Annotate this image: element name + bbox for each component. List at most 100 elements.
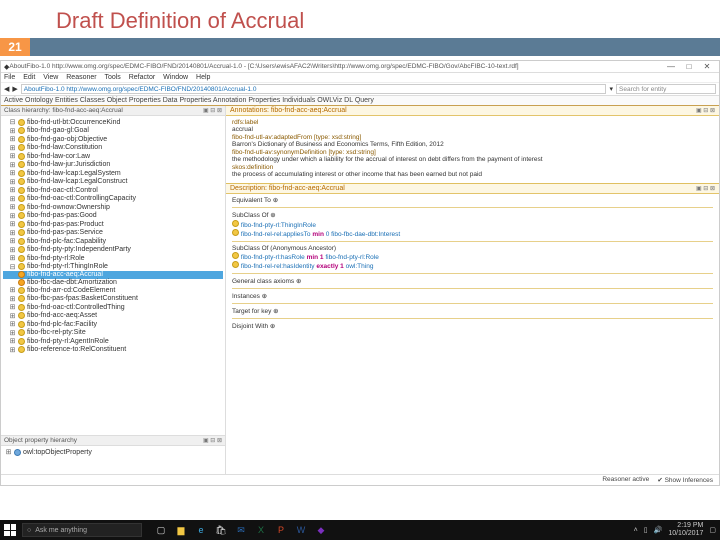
excel-icon[interactable]: X	[254, 523, 268, 537]
task-view-icon[interactable]: ▢	[154, 523, 168, 537]
taskbar[interactable]: ○ Ask me anything ▢ ▆ e 🛍 ✉ X P W ◆ ˄ ▯ …	[0, 520, 720, 540]
expand-icon[interactable]: ⊞	[9, 178, 16, 186]
start-button[interactable]	[4, 524, 16, 536]
tree-item[interactable]: ⊞fibo-fnd-plc-fac:Facility	[3, 320, 223, 329]
axiom-row[interactable]: fibo-fnd-pty-rl:ThingInRole	[232, 220, 713, 229]
tree-item[interactable]: fibo-fnd-acc-aeq:Accrual	[3, 271, 223, 279]
expand-icon[interactable]: ⊞	[9, 337, 16, 345]
panel-controls-icon[interactable]: ▣ ⊟ ⊠	[696, 185, 715, 192]
show-inferences[interactable]: Show Inferences	[665, 477, 713, 484]
expand-icon[interactable]: ⊞	[9, 303, 16, 311]
close-button[interactable]: ✕	[698, 62, 716, 71]
expand-icon[interactable]: ⊞	[9, 312, 16, 320]
tree-item[interactable]: ⊞fibo-fnd-oac-ctl:Control	[3, 186, 223, 195]
entity-search[interactable]: Search for entity	[616, 84, 716, 94]
menu-help[interactable]: Help	[196, 74, 210, 81]
outlook-icon[interactable]: ✉	[234, 523, 248, 537]
powerpoint-icon[interactable]: P	[274, 523, 288, 537]
tree-item[interactable]: ⊞fibo-fnd-law-lcap:LegalConstruct	[3, 178, 223, 187]
expand-icon[interactable]: ⊞	[9, 295, 16, 303]
menu-file[interactable]: File	[4, 74, 15, 81]
panel-controls-icon[interactable]: ▣ ⊟ ⊠	[696, 107, 715, 114]
expand-icon[interactable]: ⊞	[9, 195, 16, 203]
expand-icon[interactable]: ⊞	[9, 144, 16, 152]
app-icon[interactable]: ◆	[314, 523, 328, 537]
notifications-icon[interactable]: ▢	[709, 526, 716, 534]
tree-item[interactable]: ⊞fibo-fnd-pty-pty:IndependentParty	[3, 246, 223, 255]
expand-icon[interactable]: ⊞	[9, 161, 16, 169]
tree-item[interactable]: ⊞fibo-fnd-pas-pas:Service	[3, 229, 223, 238]
panel-controls-icon[interactable]: ▣ ⊟ ⊠	[203, 437, 222, 444]
tray-chevron-icon[interactable]: ˄	[634, 527, 638, 534]
tree-item[interactable]: ⊞fibo-fnd-oac-ctl:ControlledThing	[3, 303, 223, 312]
expand-icon[interactable]: ⊞	[9, 346, 16, 354]
menubar[interactable]: File Edit View Reasoner Tools Refactor W…	[1, 73, 719, 83]
expand-icon[interactable]: ⊞	[9, 320, 16, 328]
disjoint-with-label[interactable]: Disjoint With ⊕	[232, 322, 713, 330]
class-tree[interactable]: ⊟fibo-fnd-utl-bt:OccurrenceKind⊞fibo-fnd…	[1, 116, 225, 435]
menu-refactor[interactable]: Refactor	[129, 74, 155, 81]
menu-edit[interactable]: Edit	[23, 74, 35, 81]
tree-item[interactable]: ⊟fibo-fnd-utl-bt:OccurrenceKind	[3, 118, 223, 127]
expand-icon[interactable]: ⊞	[9, 127, 16, 135]
tree-item[interactable]: ⊞fibo-fnd-law:Constitution	[3, 144, 223, 153]
system-tray[interactable]: ˄ ▯ 🔊 2:19 PM 10/10/2017 ▢	[634, 522, 716, 538]
menu-reasoner[interactable]: Reasoner	[66, 74, 96, 81]
tree-item[interactable]: ⊞fibo-fbc-pas-fpas:BasketConstituent	[3, 295, 223, 304]
expand-icon[interactable]: ⊞	[9, 246, 16, 254]
tree-item[interactable]: ⊞fibo-reference-to:RelConstituent	[3, 346, 223, 355]
tree-item[interactable]: ⊞fibo-fnd-law-cor:Law	[3, 152, 223, 161]
back-icon[interactable]: ◀	[4, 85, 9, 93]
general-axioms-label[interactable]: General class axioms ⊕	[232, 277, 713, 285]
tree-item[interactable]: ⊞fibo-fnd-law-jur:Jurisdiction	[3, 161, 223, 170]
tree-item[interactable]: ⊞fibo-fnd-pty-rl:AgentInRole	[3, 337, 223, 346]
tree-item[interactable]: ⊞fibo-fnd-pas-pas:Product	[3, 220, 223, 229]
store-icon[interactable]: 🛍	[214, 523, 228, 537]
expand-icon[interactable]: ⊟	[9, 263, 16, 271]
tree-item[interactable]: fibo-fbc-dae-dbt:Amortization	[3, 279, 223, 287]
tree-item[interactable]: ⊞fibo-fnd-plc-fac:Capability	[3, 237, 223, 246]
dropdown-icon[interactable]: ▾	[609, 85, 613, 93]
expand-icon[interactable]: ⊞	[9, 220, 16, 228]
word-icon[interactable]: W	[294, 523, 308, 537]
clock-date[interactable]: 10/10/2017	[668, 530, 703, 538]
tab-bar[interactable]: Active Ontology Entities Classes Object …	[1, 96, 719, 106]
explorer-icon[interactable]: ▆	[174, 523, 188, 537]
expand-icon[interactable]: ⊞	[9, 152, 16, 160]
tree-item[interactable]: ⊞ owl:topObjectProperty	[5, 448, 221, 456]
edge-icon[interactable]: e	[194, 523, 208, 537]
expand-icon[interactable]: ⊞	[9, 286, 16, 294]
expand-icon[interactable]: ⊞	[9, 212, 16, 220]
clock-time[interactable]: 2:19 PM	[668, 522, 703, 530]
expand-icon[interactable]: ⊞	[9, 186, 16, 194]
taskbar-search[interactable]: ○ Ask me anything	[22, 523, 142, 537]
menu-view[interactable]: View	[43, 74, 58, 81]
tree-item[interactable]: ⊞fibo-fnd-law-lcap:LegalSystem	[3, 169, 223, 178]
tree-item[interactable]: ⊞fibo-fnd-oac-ctl:ControllingCapacity	[3, 195, 223, 204]
minimize-button[interactable]: —	[662, 62, 680, 71]
axiom-row[interactable]: fibo-fnd-rel-rel:hasIdentity exactly 1 o…	[232, 261, 713, 270]
tree-item[interactable]: ⊞fibo-fnd-pty-rl:Role	[3, 254, 223, 263]
tree-item[interactable]: ⊞fibo-fnd-ownow:Ownership	[3, 203, 223, 212]
expand-icon[interactable]: ⊞	[9, 169, 16, 177]
axiom-row[interactable]: fibo-fnd-pty-rl:hasRole min 1 fibo-fnd-p…	[232, 252, 713, 261]
tree-item[interactable]: ⊟fibo-fnd-pty-rl:ThingInRole	[3, 263, 223, 272]
forward-icon[interactable]: ▶	[12, 85, 17, 93]
tree-item[interactable]: ⊞fibo-fnd-arr-cd:CodeElement	[3, 286, 223, 295]
expand-icon[interactable]: ⊟	[9, 118, 16, 126]
maximize-button[interactable]: □	[680, 62, 698, 71]
expand-icon[interactable]: ⊞	[9, 254, 16, 262]
subclass-of-label[interactable]: SubClass Of ⊕	[232, 211, 713, 219]
expand-icon[interactable]: ⊞	[9, 329, 16, 337]
target-key-label[interactable]: Target for key ⊕	[232, 307, 713, 315]
tree-item[interactable]: ⊞fibo-fnd-acc-aeq:Asset	[3, 312, 223, 321]
expand-icon[interactable]: ⊞	[9, 135, 16, 143]
volume-icon[interactable]: 🔊	[654, 526, 663, 534]
equivalent-to-label[interactable]: Equivalent To ⊕	[232, 196, 713, 204]
expand-icon[interactable]: ⊞	[9, 229, 16, 237]
tree-item[interactable]: ⊞fibo-fnd-gao-obj:Objective	[3, 135, 223, 144]
expand-icon[interactable]: ⊞	[9, 237, 16, 245]
menu-tools[interactable]: Tools	[104, 74, 120, 81]
menu-window[interactable]: Window	[163, 74, 188, 81]
tree-item[interactable]: ⊞fibo-fnd-gao-gl:Goal	[3, 127, 223, 136]
